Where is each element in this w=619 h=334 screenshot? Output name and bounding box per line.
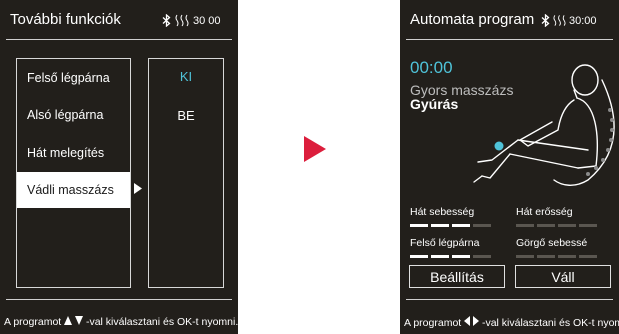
- right-arrow-icon: [473, 316, 480, 326]
- screen-title: Automata program: [410, 11, 535, 28]
- menu-item-upper-airbag[interactable]: Felső légpárna: [17, 60, 130, 96]
- footer-hint-before: A programot: [4, 316, 62, 328]
- option-list: KI BE: [148, 58, 224, 288]
- status-time: 30:00: [569, 14, 597, 27]
- level-segment: [431, 255, 449, 258]
- footer-hint-before: A programot: [404, 317, 462, 329]
- settings-button[interactable]: Beállítás: [409, 265, 505, 288]
- upper-airbag-label: Felső légpárna: [410, 237, 480, 249]
- footer-hint: A programot -val kiválasztani és OK-t ny…: [4, 316, 238, 328]
- menu-list: Felső légpárna Alsó légpárna Hát melegít…: [16, 58, 131, 288]
- back-speed-bar: [410, 224, 491, 227]
- bluetooth-icon: [541, 14, 550, 27]
- up-arrow-icon: [64, 316, 73, 325]
- down-arrow-icon: [75, 316, 84, 325]
- level-segment: [537, 255, 555, 258]
- menu-item-lower-airbag[interactable]: Alsó légpárna: [17, 97, 130, 133]
- calf-roller-indicator: [494, 141, 504, 151]
- shoulder-button[interactable]: Váll: [515, 265, 611, 288]
- header-divider: [406, 39, 613, 40]
- level-segment: [579, 224, 597, 227]
- level-segment: [473, 224, 491, 227]
- level-segment: [579, 255, 597, 258]
- option-on[interactable]: BE: [149, 108, 223, 123]
- right-screen: Automata program 30:00 00:00 Gyors massz…: [400, 0, 619, 334]
- bluetooth-icon: [162, 14, 171, 27]
- footer-hint: A programot -val kiválasztani és OK-t ny…: [404, 316, 619, 329]
- screen-title: További funkciók: [10, 11, 121, 28]
- roller-speed-bar: [516, 255, 597, 258]
- level-segment: [537, 224, 555, 227]
- footer-hint-after: -val kiválasztani és OK-t nyomni.: [85, 316, 238, 328]
- back-intensity-bar: [516, 224, 597, 227]
- transition-arrow-icon: [304, 136, 326, 162]
- timer: 00:00: [410, 58, 453, 77]
- option-off[interactable]: KI: [149, 69, 223, 84]
- level-segment: [431, 224, 449, 227]
- level-segment: [558, 224, 576, 227]
- menu-item-calf-massage[interactable]: Vádli masszázs: [17, 172, 130, 208]
- program-submode: Gyúrás: [410, 96, 459, 112]
- heat-icon: [553, 15, 566, 26]
- upper-airbag-bar: [410, 255, 491, 258]
- status-time: 30 00: [193, 14, 221, 27]
- pointer-right-icon: [134, 183, 142, 194]
- heat-icon: [175, 14, 189, 27]
- level-segment: [516, 255, 534, 258]
- menu-item-back-heat[interactable]: Hát melegítés: [17, 135, 130, 171]
- left-screen: További funkciók 30 00 Felső légpárna Al…: [0, 0, 238, 334]
- back-intensity-label: Hát erősség: [516, 206, 573, 218]
- header-divider: [6, 39, 232, 40]
- level-segment: [452, 255, 470, 258]
- footer-divider: [406, 299, 613, 300]
- status-area: 30 00: [162, 14, 221, 27]
- level-segment: [410, 255, 428, 258]
- level-segment: [558, 255, 576, 258]
- level-segment: [473, 255, 491, 258]
- status-area: 30:00: [541, 14, 597, 27]
- level-segment: [410, 224, 428, 227]
- left-arrow-icon: [464, 316, 471, 326]
- roller-speed-label: Görgő sebessé: [516, 237, 588, 249]
- footer-hint-after: -val kiválasztani és OK-t nyomni: [481, 317, 619, 329]
- level-segment: [516, 224, 534, 227]
- level-segment: [452, 224, 470, 227]
- footer-divider: [6, 299, 232, 300]
- massage-body-icon: [473, 64, 615, 186]
- back-speed-label: Hát sebesség: [410, 206, 475, 218]
